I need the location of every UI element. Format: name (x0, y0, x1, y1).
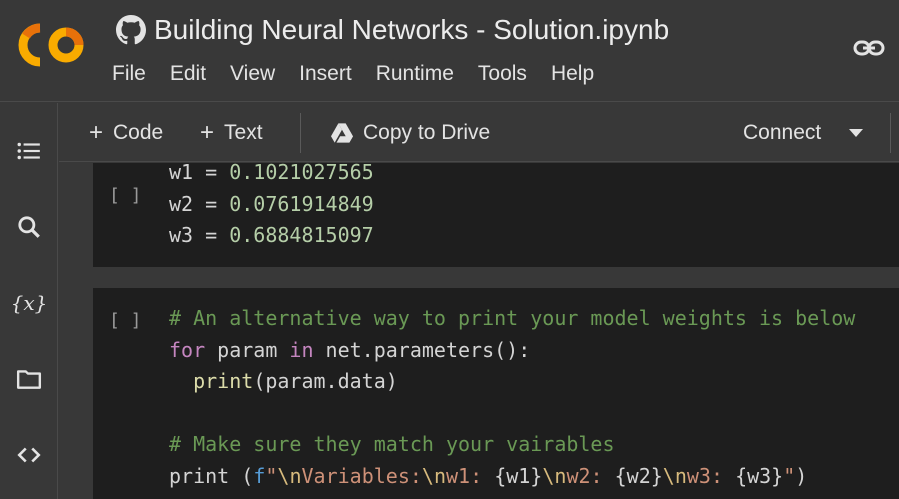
dropdown-icon (849, 129, 863, 137)
code-snippets-button[interactable] (0, 435, 58, 475)
link-icon[interactable] (853, 36, 885, 60)
notebook-title[interactable]: Building Neural Networks - Solution.ipyn… (154, 14, 669, 46)
menu-view[interactable]: View (230, 60, 287, 88)
title-row: Building Neural Networks - Solution.ipyn… (116, 12, 669, 48)
plus-icon: + (89, 119, 104, 146)
menu-runtime[interactable]: Runtime (376, 60, 466, 88)
copy-to-drive-label: Copy to Drive (363, 121, 491, 144)
drive-icon (331, 123, 353, 143)
toolbar: + Code + Text Copy to Drive Connect (59, 103, 899, 162)
cell-code[interactable]: w1 = 0.1021027565 w2 = 0.0761914849 w3 = 0… (169, 163, 374, 252)
search-icon (18, 216, 40, 238)
notebook-area: [ ] w1 = 0.1021027565 w2 = 0.0761914849 w3… (59, 163, 899, 499)
copy-to-drive-button[interactable]: Copy to Drive (331, 117, 490, 149)
toc-icon (17, 142, 40, 160)
toolbar-divider (300, 113, 301, 153)
code-cell[interactable]: [ ] w1 = 0.1021027565 w2 = 0.0761914849 w3… (93, 163, 899, 267)
left-sidebar: {x} (0, 103, 58, 499)
connect-button[interactable]: Connect (743, 117, 821, 149)
code-line: print (f"\nVariables:\nw1: {w1}\nw2: {w2… (169, 463, 808, 488)
menu-help[interactable]: Help (551, 60, 606, 88)
folder-icon (16, 370, 42, 389)
plus-icon: + (200, 119, 215, 146)
add-code-label: Code (113, 121, 164, 144)
search-button[interactable] (0, 207, 58, 247)
code-cell[interactable]: [ ] # An alternative way to print your m… (93, 288, 899, 499)
menu-file[interactable]: File (112, 60, 158, 88)
code-line: w3 = 0.6884815097 (169, 223, 374, 247)
run-cell-button[interactable]: [ ] (109, 185, 142, 206)
cell-code[interactable]: # An alternative way to print your model… (169, 303, 855, 492)
run-cell-button[interactable]: [ ] (109, 310, 142, 331)
menu-insert[interactable]: Insert (299, 60, 364, 88)
code-snippets-icon (17, 447, 41, 463)
add-text-label: Text (224, 121, 263, 144)
code-line: print(param.data) (193, 369, 398, 393)
menu-edit[interactable]: Edit (170, 60, 218, 88)
connect-options-button[interactable] (849, 117, 863, 149)
code-line: # An alternative way to print your model… (169, 306, 856, 330)
header: Building Neural Networks - Solution.ipyn… (0, 0, 899, 102)
variables-button[interactable]: {x} (0, 283, 58, 323)
code-line: # Make sure they match your vairables (169, 432, 615, 456)
toolbar-divider (890, 113, 891, 153)
colab-logo[interactable] (18, 22, 86, 68)
toc-button[interactable] (0, 131, 58, 171)
code-line: for param in net.parameters(): (169, 337, 531, 362)
add-code-button[interactable]: + Code (89, 117, 163, 149)
variables-icon: {x} (10, 291, 48, 315)
menu-bar: File Edit View Insert Runtime Tools Help (112, 60, 618, 88)
github-icon (116, 15, 146, 45)
add-text-button[interactable]: + Text (200, 117, 263, 149)
files-button[interactable] (0, 359, 58, 399)
connect-label: Connect (743, 121, 822, 144)
code-line: w1 = 0.1021027565 (169, 163, 374, 184)
menu-tools[interactable]: Tools (478, 60, 539, 88)
code-line: w2 = 0.0761914849 (169, 191, 374, 216)
